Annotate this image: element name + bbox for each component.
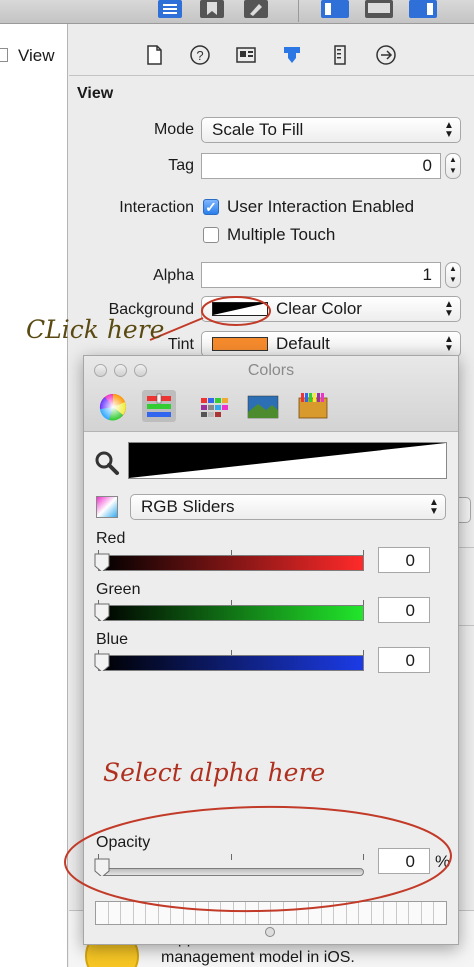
annotation-overlay [64,296,452,913]
click-here-annotation: CLick here [26,315,165,344]
select-alpha-annotation: Select alpha here [103,758,326,787]
background-highlight-ellipse [201,296,271,326]
opacity-highlight-ellipse [64,805,452,913]
